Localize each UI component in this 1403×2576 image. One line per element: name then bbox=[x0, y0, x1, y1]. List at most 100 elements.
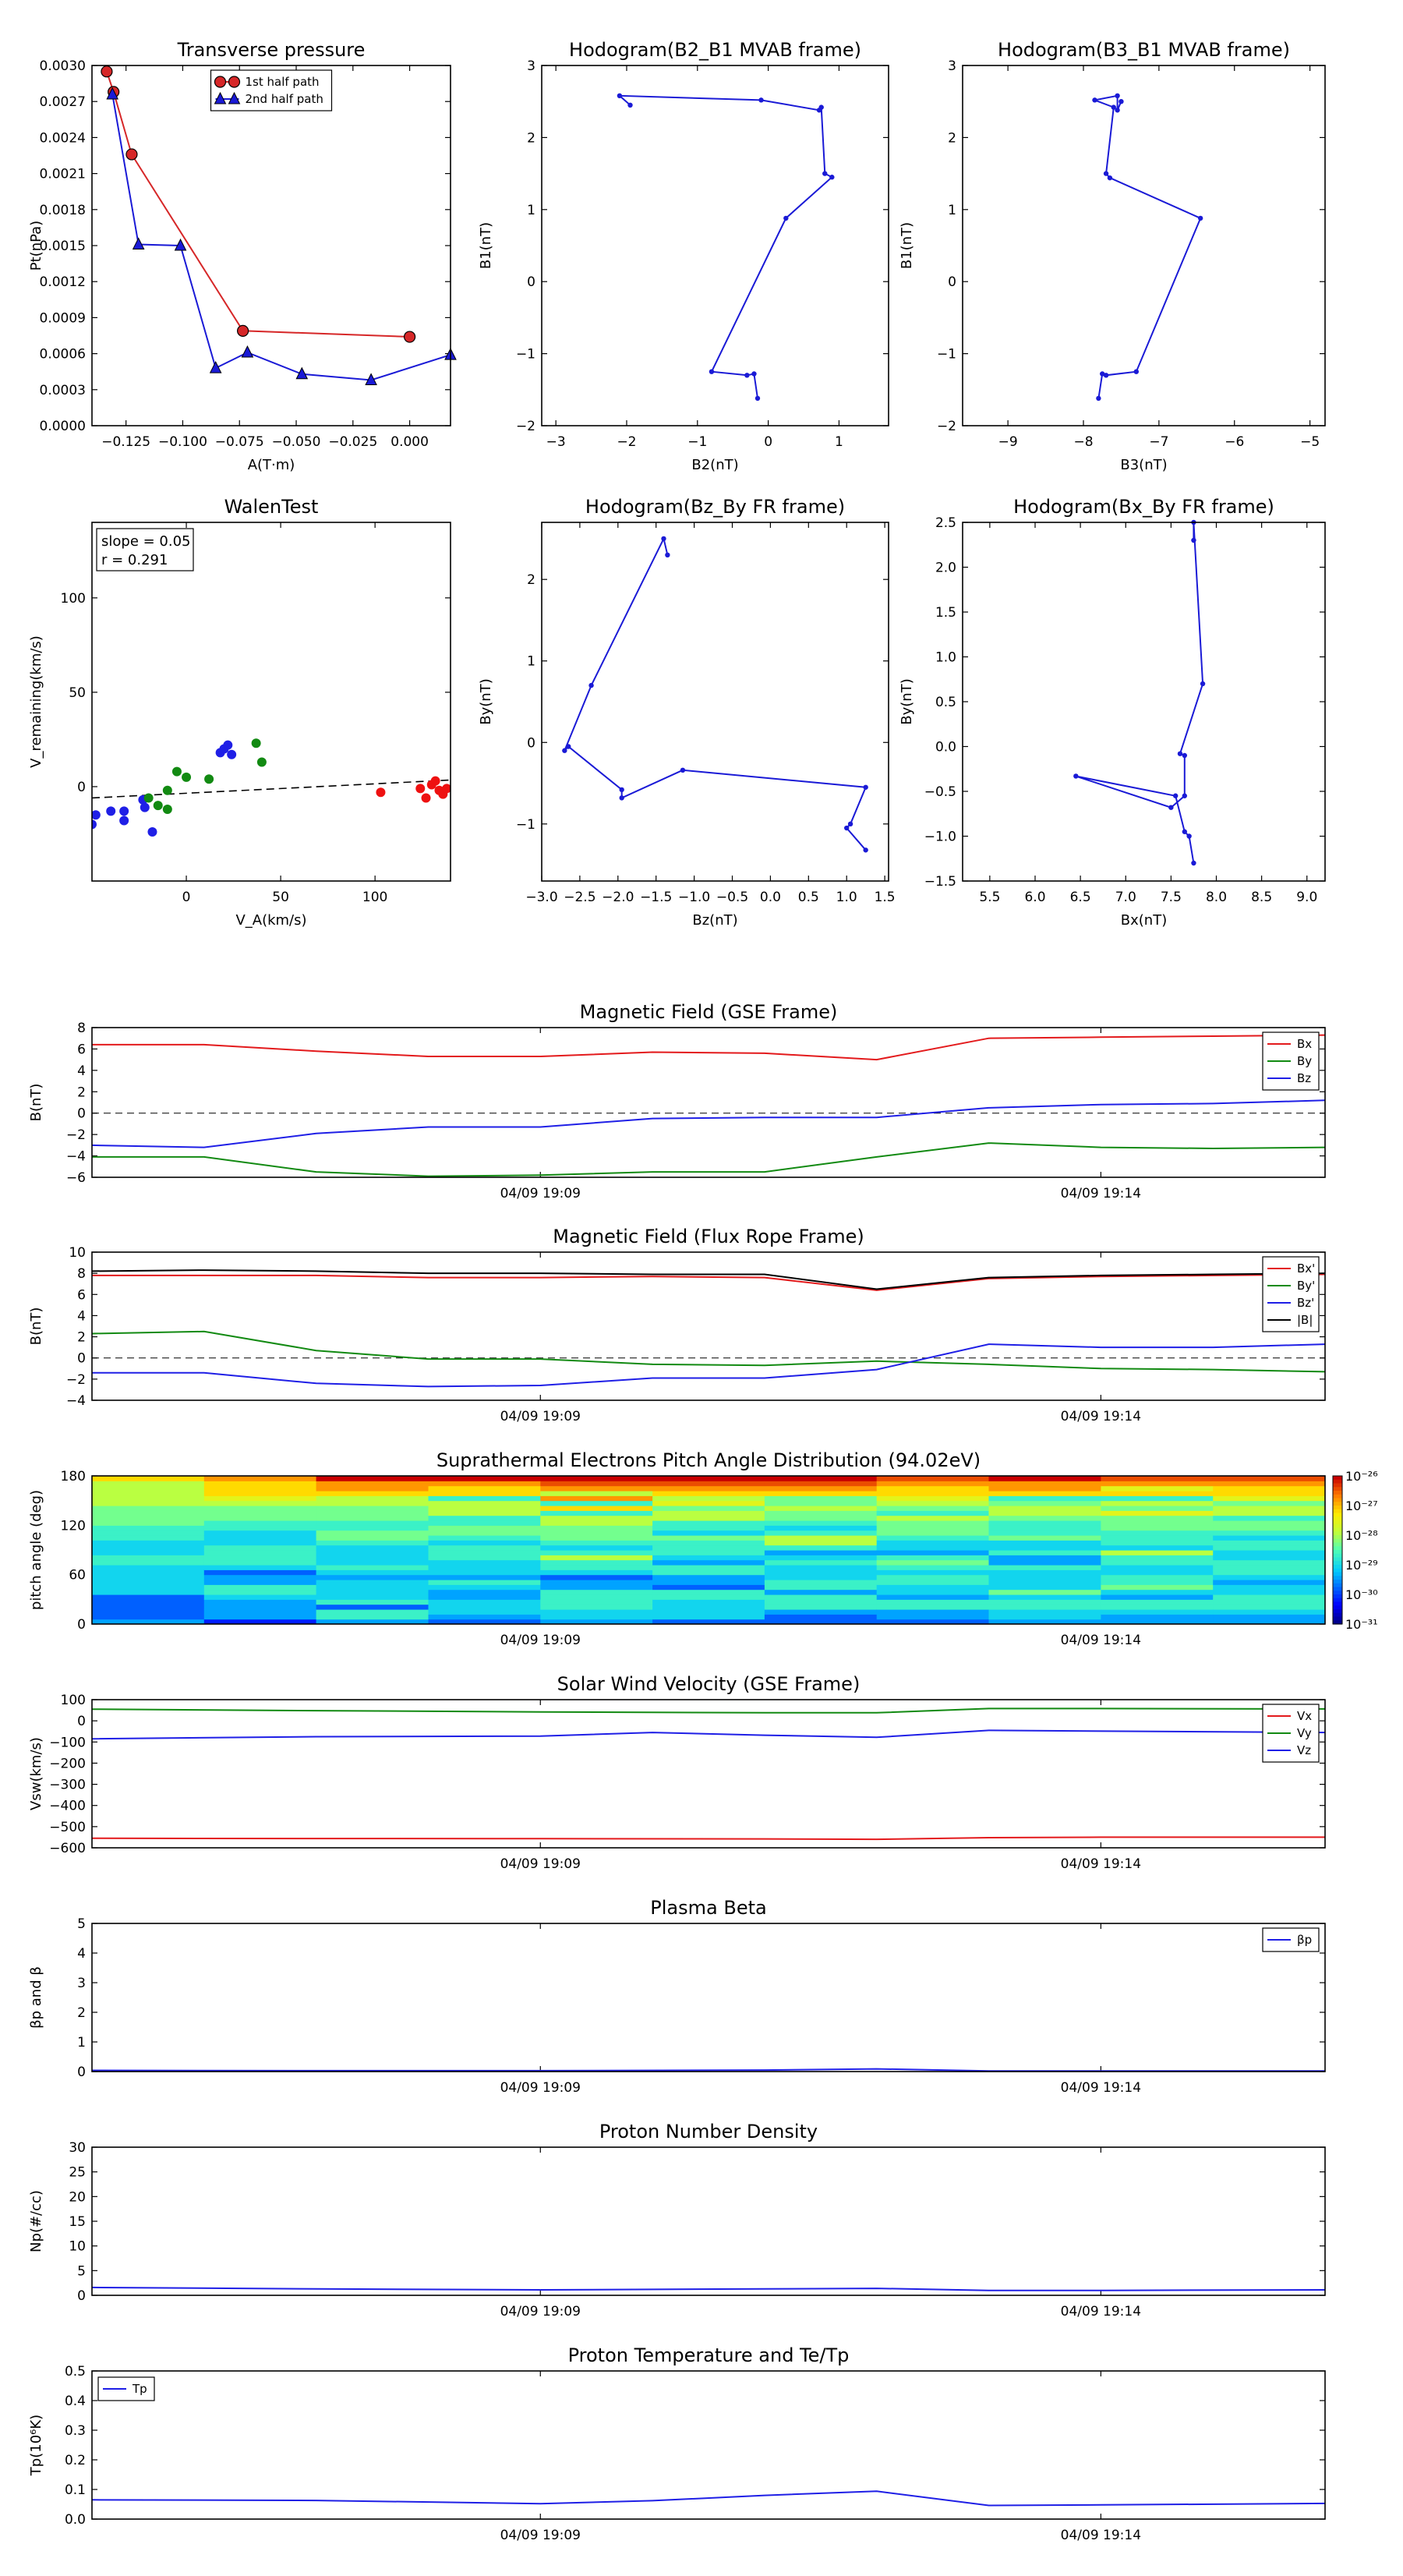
heatmap-cell bbox=[988, 1569, 1101, 1576]
data-point bbox=[1197, 215, 1203, 221]
heatmap-cell bbox=[428, 1476, 541, 1481]
heatmap-cell bbox=[876, 1614, 990, 1620]
heatmap-cell bbox=[876, 1491, 990, 1496]
series-line-0 bbox=[564, 536, 868, 851]
series-line-bx bbox=[92, 1273, 1325, 1291]
heatmap-cell bbox=[92, 1594, 205, 1600]
heatmap-cell bbox=[92, 1530, 205, 1536]
heatmap-cell bbox=[764, 1510, 878, 1516]
heatmap-cell bbox=[764, 1491, 878, 1496]
colorbar-segment bbox=[1333, 1523, 1342, 1529]
data-point bbox=[751, 371, 757, 377]
y-tick-label: 2 bbox=[527, 130, 535, 146]
data-point bbox=[228, 76, 241, 88]
heatmap-cell bbox=[316, 1495, 429, 1502]
heatmap-cell bbox=[1213, 1481, 1325, 1487]
heatmap-cell bbox=[652, 1555, 765, 1561]
heatmap-cell bbox=[1213, 1510, 1325, 1516]
x-tick-label: 0.0 bbox=[760, 890, 781, 905]
data-point bbox=[1186, 833, 1192, 839]
heatmap-cell bbox=[1213, 1530, 1325, 1536]
plot-area bbox=[1075, 522, 1204, 864]
heatmap-cell bbox=[1101, 1481, 1214, 1487]
legend-label: Bx' bbox=[1297, 1261, 1315, 1276]
data-point bbox=[755, 395, 761, 402]
heatmap-cell bbox=[876, 1609, 990, 1615]
colorbar-segment bbox=[1333, 1494, 1342, 1499]
heatmap-cell bbox=[203, 1491, 317, 1496]
heatmap-cell bbox=[316, 1515, 429, 1521]
x-tick-label: −3.0 bbox=[525, 890, 557, 905]
series-line-0 bbox=[1091, 94, 1202, 399]
heatmap-cell bbox=[316, 1569, 429, 1576]
legend-label: By' bbox=[1297, 1279, 1315, 1293]
x-axis-label: V_A(km/s) bbox=[235, 912, 306, 929]
colorbar-segment bbox=[1333, 1580, 1342, 1584]
heatmap-cell bbox=[764, 1515, 878, 1521]
heatmap-cell bbox=[316, 1481, 429, 1487]
heatmap-cell bbox=[1213, 1609, 1325, 1615]
y-tick-label: 4 bbox=[77, 1063, 86, 1079]
data-point bbox=[140, 802, 150, 812]
heatmap-cell bbox=[1101, 1565, 1214, 1570]
heatmap-cell bbox=[1213, 1614, 1325, 1620]
colorbar-segment bbox=[1333, 1612, 1342, 1618]
y-axis-label: Vsw(km/s) bbox=[28, 1737, 44, 1810]
x-tick-label: −2.0 bbox=[602, 890, 634, 905]
heatmap-cell bbox=[764, 1559, 878, 1566]
y-tick-label: 6 bbox=[77, 1287, 86, 1303]
series-line-vz bbox=[92, 1729, 1325, 1740]
y-tick-label: −1.0 bbox=[924, 830, 956, 845]
heatmap-cell bbox=[1101, 1500, 1214, 1506]
colorbar-tick-label: 10⁻³⁰ bbox=[1345, 1587, 1378, 1602]
heatmap-cell bbox=[988, 1614, 1101, 1620]
heatmap-cell bbox=[1101, 1495, 1214, 1502]
y-tick-label: 100 bbox=[61, 1693, 86, 1708]
x-tick-label: 0 bbox=[182, 890, 191, 905]
heatmap-cell bbox=[988, 1580, 1101, 1585]
colorbar-segment bbox=[1333, 1609, 1342, 1614]
heatmap-cell bbox=[92, 1545, 205, 1551]
data-point bbox=[119, 806, 129, 816]
heatmap-cell bbox=[203, 1530, 317, 1536]
heatmap-cell bbox=[1213, 1589, 1325, 1595]
chart-title: Hodogram(Bx_By FR frame) bbox=[1013, 496, 1274, 518]
y-tick-label: 1 bbox=[77, 2035, 86, 2051]
heatmap-cell bbox=[203, 1520, 317, 1526]
chart-hzy: Hodogram(Bz_By FR frame) −1 0 1 2 −3.0 −2.5 −2.… bbox=[478, 496, 896, 929]
heatmap-cell bbox=[203, 1476, 317, 1481]
heatmap-cell bbox=[988, 1550, 1101, 1555]
y-axis-label: B(nT) bbox=[28, 1307, 44, 1346]
data-point bbox=[818, 104, 824, 110]
data-point bbox=[204, 774, 214, 784]
y-axis-label: B1(nT) bbox=[478, 222, 494, 269]
heatmap-cell bbox=[540, 1491, 653, 1496]
heatmap-cell bbox=[876, 1550, 990, 1555]
chart-pad: Suprathermal Electrons Pitch Angle Distr… bbox=[28, 1449, 1378, 1648]
data-point bbox=[1133, 369, 1140, 374]
heatmap-cell bbox=[652, 1580, 765, 1585]
legend-label: Bz bbox=[1297, 1071, 1311, 1085]
heatmap-cell bbox=[764, 1525, 878, 1531]
heatmap-cell bbox=[652, 1515, 765, 1521]
data-point bbox=[822, 171, 828, 176]
heatmap-cell bbox=[316, 1580, 429, 1585]
heatmap-cell bbox=[316, 1594, 429, 1600]
heatmap-cell bbox=[316, 1500, 429, 1506]
heatmap-cell bbox=[540, 1495, 653, 1502]
legend-label: Vz bbox=[1297, 1743, 1311, 1757]
heatmap-cell bbox=[540, 1476, 653, 1481]
data-point bbox=[863, 784, 868, 790]
colorbar-segment bbox=[1333, 1557, 1342, 1562]
heatmap-cell bbox=[203, 1584, 317, 1591]
heatmap-cell bbox=[203, 1506, 317, 1511]
heatmap-cell bbox=[652, 1491, 765, 1496]
legend: 1st half path 2nd half path bbox=[210, 69, 333, 111]
heatmap-cell bbox=[540, 1550, 653, 1555]
heatmap-cell bbox=[652, 1530, 765, 1536]
data-point bbox=[1182, 793, 1188, 798]
heatmap-cell bbox=[988, 1609, 1101, 1615]
data-point bbox=[709, 369, 715, 374]
colorbar-tick-label: 10⁻²⁸ bbox=[1345, 1528, 1378, 1543]
heatmap-cell bbox=[92, 1569, 205, 1576]
